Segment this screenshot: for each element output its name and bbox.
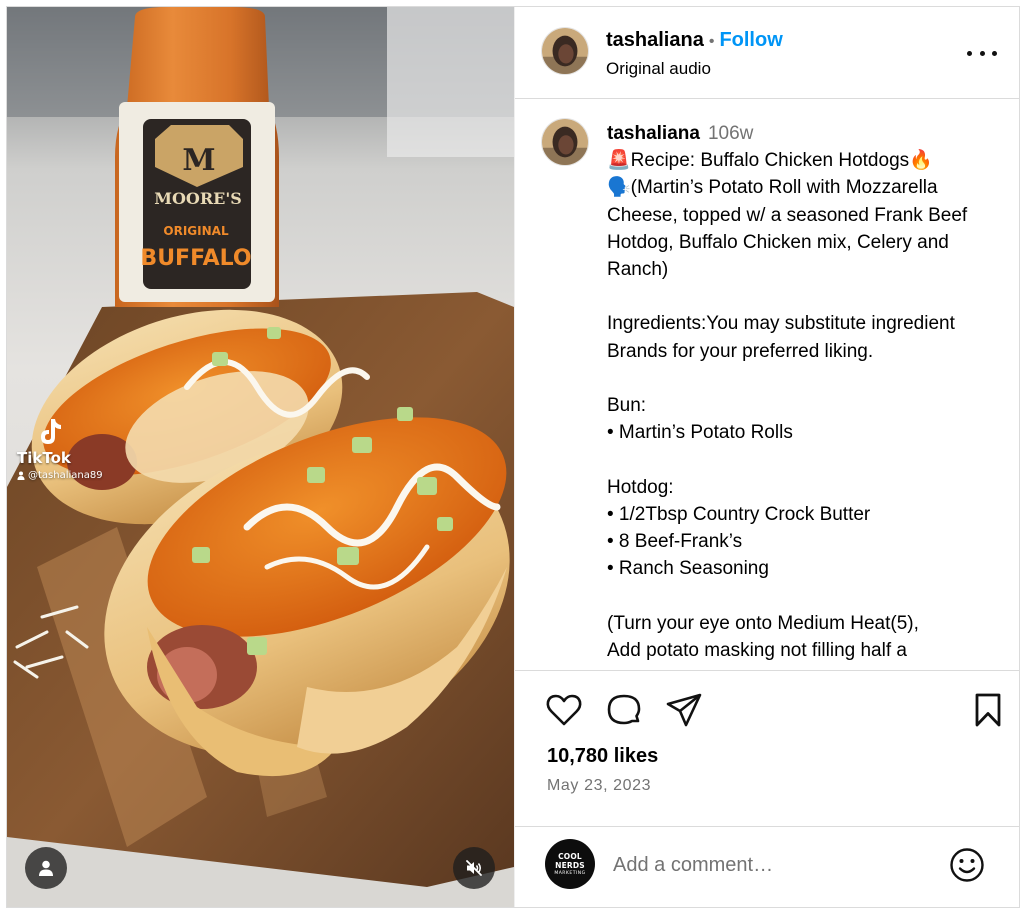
viewer-avatar-line2: MARKETING — [554, 871, 586, 876]
more-options-button[interactable] — [967, 45, 997, 61]
bottle-brand: MOORE'S — [154, 189, 242, 208]
comments-scroll-area[interactable]: tashaliana 106w 🚨Recipe: Buffalo Chicken H… — [515, 100, 1019, 670]
tagged-users-button[interactable] — [25, 847, 67, 889]
tiktok-handle: @tashaliana89 — [28, 470, 103, 481]
caption-avatar[interactable] — [541, 118, 589, 166]
svg-text:M: M — [182, 143, 215, 178]
like-button[interactable] — [545, 691, 583, 729]
tiktok-icon — [41, 419, 61, 444]
author-avatar[interactable] — [541, 27, 589, 75]
more-options-icon — [967, 50, 972, 56]
actions-section: 10,780 likes May 23, 2023 — [515, 670, 1019, 826]
share-button[interactable] — [665, 691, 703, 729]
save-button[interactable] — [969, 691, 1007, 729]
separator-dot: • — [708, 33, 715, 50]
emoji-button[interactable] — [949, 847, 985, 883]
post-card: M MOORE'S ORIGINAL BUFFALO TikTok @tasha… — [6, 6, 1020, 908]
tiktok-watermark: TikTok @tashaliana89 — [17, 417, 137, 481]
comment-input[interactable] — [613, 851, 933, 879]
author-username[interactable]: tashaliana — [606, 29, 704, 51]
action-bar — [541, 691, 1001, 731]
author-photo — [542, 28, 588, 74]
likes-count[interactable]: 10,780 likes — [547, 745, 658, 768]
author-photo — [542, 119, 588, 165]
comment-button[interactable] — [605, 691, 643, 729]
post-date: May 23, 2023 — [547, 777, 652, 794]
comment-bubble-icon — [607, 694, 641, 725]
mute-button[interactable] — [453, 847, 495, 889]
caption-timestamp[interactable]: 106w — [708, 123, 753, 144]
more-options-icon — [979, 50, 985, 56]
emoji-smiley-icon — [950, 848, 984, 882]
viewer-avatar-line1: COOL NERDS — [555, 852, 585, 870]
post-media[interactable]: M MOORE'S ORIGINAL BUFFALO TikTok @tasha… — [7, 7, 514, 907]
tiktok-handle-row: @tashaliana89 — [17, 470, 137, 481]
speaker-muted-icon — [466, 860, 482, 876]
bottle-line2: BUFFALO — [140, 246, 251, 271]
follow-button[interactable]: Follow — [719, 29, 782, 51]
user-mini-icon — [17, 471, 25, 480]
post-header: tashaliana • Follow Original audio — [515, 7, 1019, 99]
caption: tashaliana 106w 🚨Recipe: Buffalo Chicken H… — [607, 120, 1002, 664]
bookmark-icon — [975, 693, 1001, 727]
more-options-icon — [992, 50, 997, 56]
user-tag-icon — [39, 860, 53, 876]
heart-icon — [546, 694, 582, 726]
paper-plane-icon — [666, 693, 702, 727]
header-line: tashaliana • Follow — [606, 27, 783, 55]
caption-text: 🚨Recipe: Buffalo Chicken Hotdogs🔥 🗣️(Mar… — [607, 150, 968, 661]
tiktok-logo-text: TikTok — [17, 449, 71, 467]
viewer-avatar: COOL NERDS MARKETING — [545, 839, 595, 889]
audio-link[interactable]: Original audio — [606, 59, 783, 79]
add-comment-bar: COOL NERDS MARKETING — [515, 826, 1019, 907]
bottle-line1: ORIGINAL — [163, 224, 229, 238]
caption-username[interactable]: tashaliana — [607, 123, 700, 144]
post-sidebar: tashaliana • Follow Original audio tashali… — [514, 7, 1019, 907]
header-text: tashaliana • Follow Original audio — [606, 27, 783, 79]
